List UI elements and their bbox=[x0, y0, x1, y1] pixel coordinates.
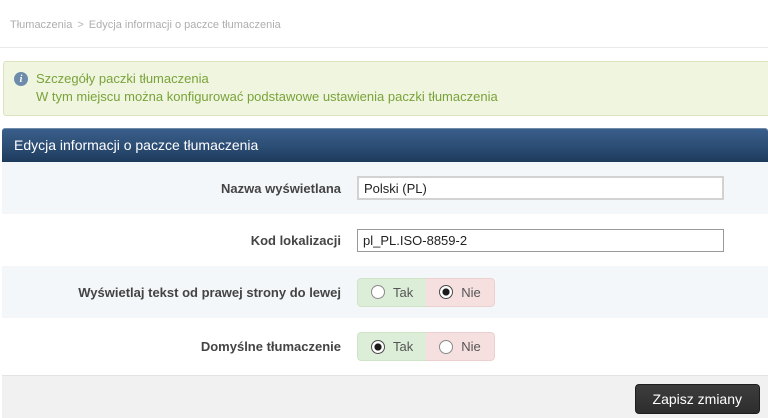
rtl-option-yes-label: Tak bbox=[393, 284, 414, 300]
default-option-no-label: Nie bbox=[461, 339, 481, 354]
default-option-yes[interactable]: Tak bbox=[357, 332, 427, 361]
default-option-yes-label: Tak bbox=[393, 339, 414, 354]
locale-code-label: Kod lokalizacji bbox=[250, 232, 341, 248]
info-box-description: W tym miejscu można konfigurować podstaw… bbox=[36, 89, 498, 104]
form-row-rtl: Wyświetlaj tekst od prawej strony do lew… bbox=[2, 266, 768, 318]
rtl-option-yes[interactable]: Tak bbox=[357, 277, 427, 307]
locale-code-input[interactable] bbox=[357, 228, 724, 252]
default-option-no[interactable]: Nie bbox=[426, 332, 495, 361]
default-translation-label: Domyślne tłumaczenie bbox=[200, 339, 341, 354]
info-box-title: Szczegóły paczki tłumaczenia bbox=[36, 71, 209, 86]
rtl-radio-no[interactable] bbox=[439, 285, 454, 299]
default-radio-yes[interactable] bbox=[371, 339, 385, 354]
rtl-radio-group: Tak Nie bbox=[357, 277, 495, 307]
breadcrumb-bar: Tłumaczenia > Edycja informacji o paczce t… bbox=[0, 0, 768, 48]
form-row-display-name: Nazwa wyświetlana bbox=[2, 162, 768, 214]
form-row-default-translation: Domyślne tłumaczenie Tak Nie bbox=[2, 318, 768, 375]
display-name-input[interactable] bbox=[357, 176, 724, 200]
edit-panel: Edycja informacji o paczce tłumaczenia N… bbox=[2, 128, 768, 418]
rtl-option-no[interactable]: Nie bbox=[426, 277, 495, 307]
panel-title: Edycja informacji o paczce tłumaczenia bbox=[2, 128, 768, 162]
panel-footer: Zapisz zmiany bbox=[2, 375, 768, 418]
breadcrumb-item-current: Edycja informacji o paczce tłumaczenia bbox=[88, 19, 281, 31]
display-name-label: Nazwa wyświetlana bbox=[221, 180, 341, 196]
breadcrumb-item-translations[interactable]: Tłumaczenia bbox=[10, 19, 72, 31]
save-button[interactable]: Zapisz zmiany bbox=[634, 383, 760, 414]
default-translation-radio-group: Tak Nie bbox=[357, 332, 495, 361]
default-radio-no[interactable] bbox=[439, 339, 454, 354]
breadcrumb-separator: > bbox=[77, 19, 84, 31]
form-row-locale-code: Kod lokalizacji bbox=[2, 214, 768, 266]
rtl-label: Wyświetlaj tekst od prawej strony do lew… bbox=[78, 284, 341, 300]
rtl-option-no-label: Nie bbox=[461, 284, 481, 300]
breadcrumb: Tłumaczenia > Edycja informacji o paczce t… bbox=[10, 19, 281, 31]
rtl-radio-yes[interactable] bbox=[371, 285, 385, 299]
info-icon: i bbox=[14, 72, 28, 86]
info-box-text: Szczegóły paczki tłumaczenia W tym miejs… bbox=[36, 70, 498, 106]
info-box: i Szczegóły paczki tłumaczenia W tym mie… bbox=[3, 61, 768, 116]
